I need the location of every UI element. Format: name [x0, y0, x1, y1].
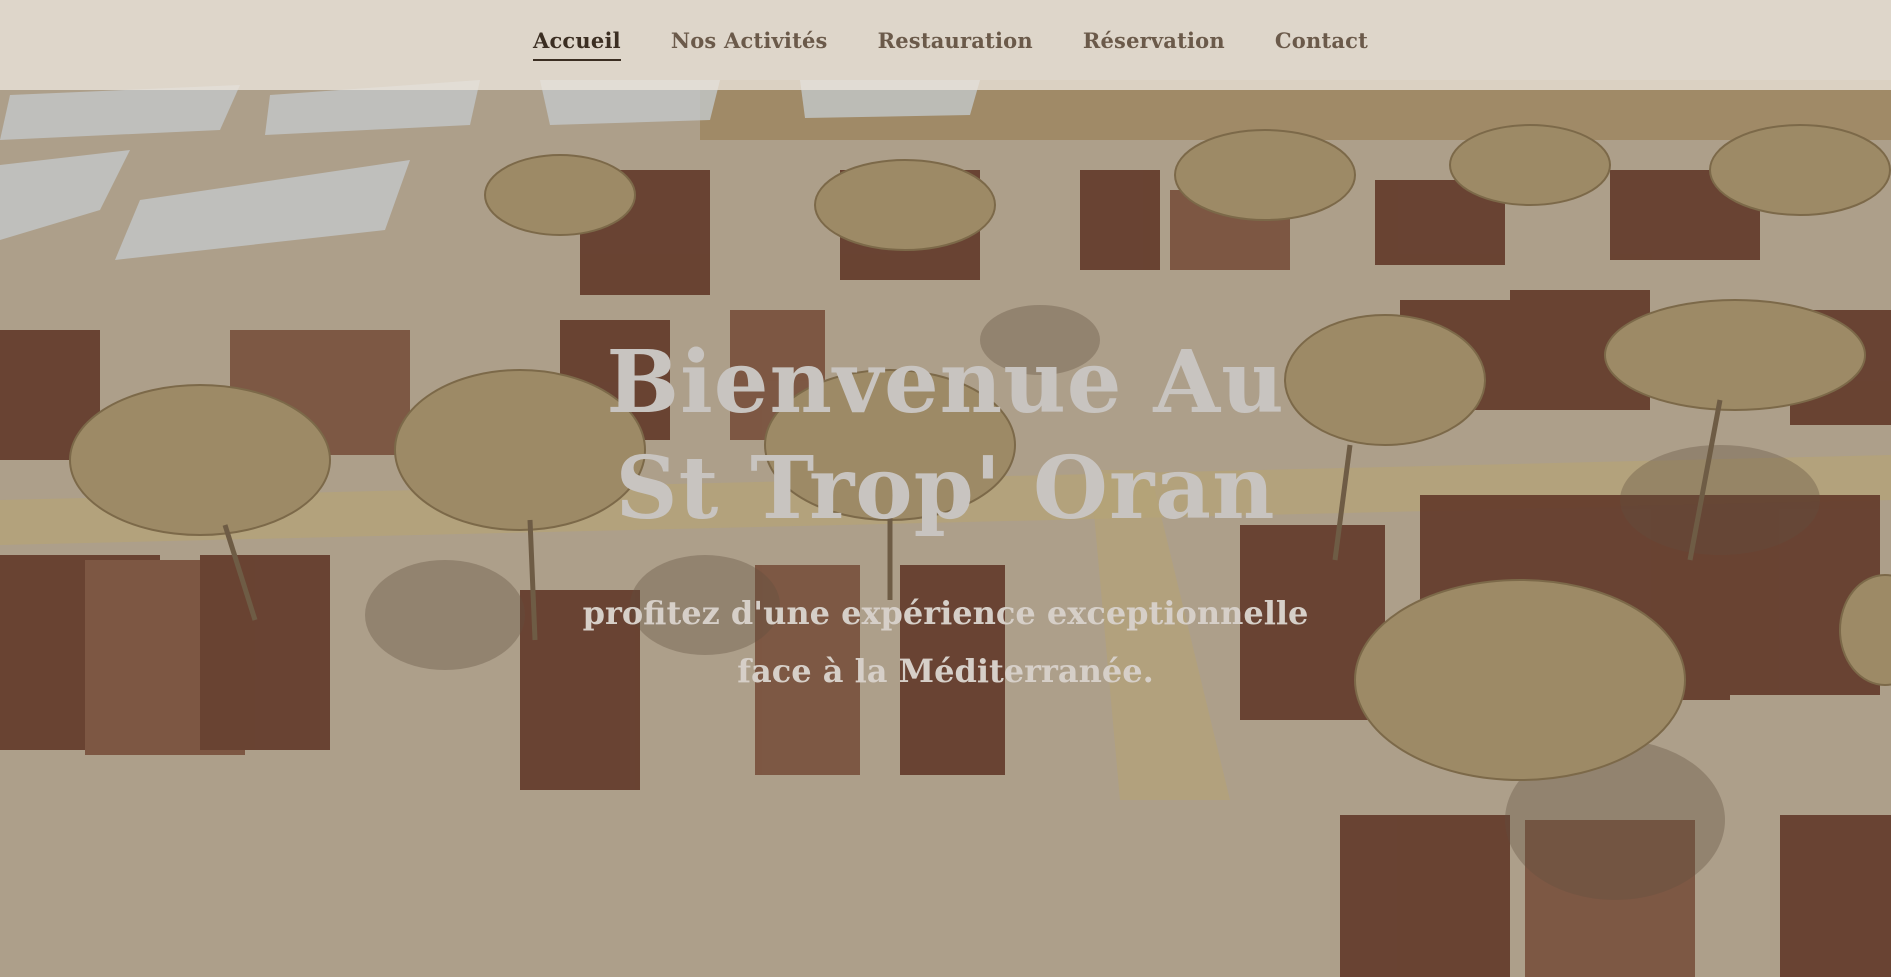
hero-title: Bienvenue Au St Trop' Oran — [606, 332, 1285, 539]
hero-subtitle: profitez d'une expérience exceptionnelle… — [582, 594, 1309, 690]
nav-link-restauration[interactable]: Restauration — [878, 28, 1033, 61]
hero-section: Accueil Nos Activités Restauration Réser… — [0, 0, 1891, 977]
nav-link-contact[interactable]: Contact — [1275, 28, 1368, 61]
nav-link-nos-activites[interactable]: Nos Activités — [671, 28, 828, 61]
nav-link-reservation[interactable]: Réservation — [1083, 28, 1225, 61]
hero-text-block: Bienvenue Au St Trop' Oran profitez d'un… — [0, 330, 1891, 700]
top-navigation-bar: Accueil Nos Activités Restauration Réser… — [0, 0, 1891, 90]
nav-menu: Accueil Nos Activités Restauration Réser… — [532, 0, 1368, 61]
nav-link-accueil[interactable]: Accueil — [532, 28, 621, 61]
